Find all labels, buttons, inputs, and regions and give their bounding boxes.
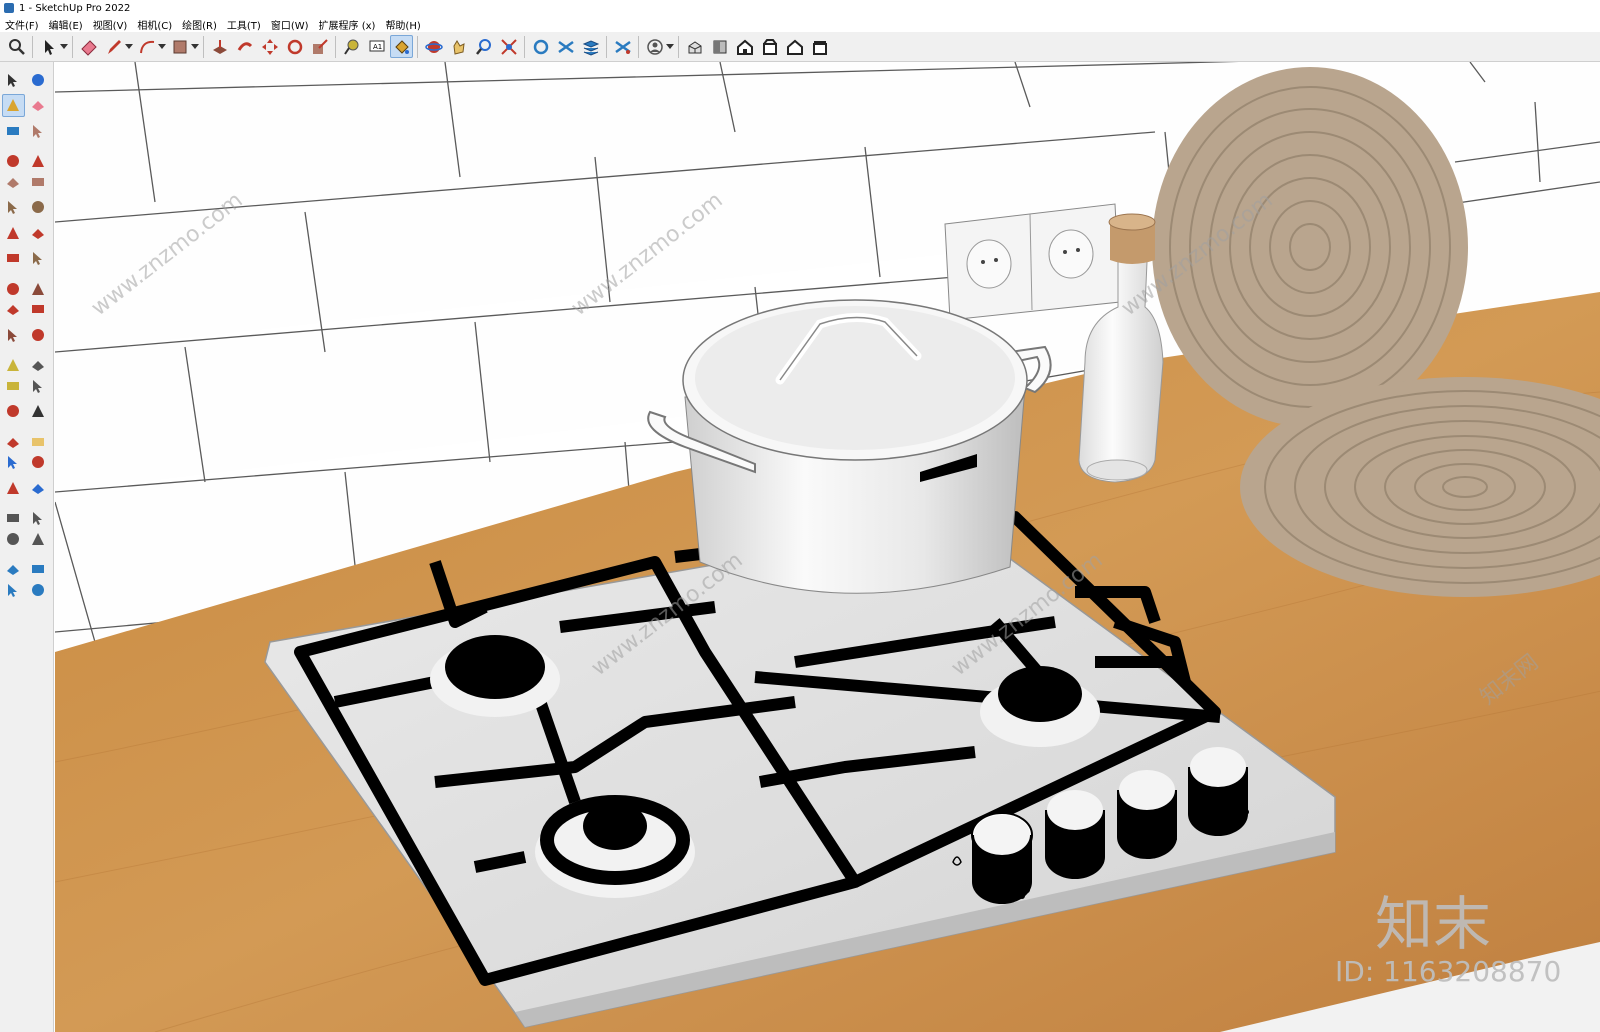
text-icon[interactable] <box>27 374 50 397</box>
main-toolbar: A1 <box>0 32 1600 62</box>
follow-me-icon[interactable] <box>233 35 256 58</box>
pan-icon[interactable] <box>27 430 50 453</box>
toolbar-separator <box>638 35 639 58</box>
tag-icon[interactable] <box>27 119 50 142</box>
menu-window[interactable]: 窗口(W) <box>266 17 314 32</box>
circle-icon[interactable] <box>2 196 25 219</box>
rotate-icon[interactable] <box>283 35 306 58</box>
section-plane-icon[interactable] <box>27 527 50 550</box>
left-view-icon[interactable] <box>808 35 831 58</box>
eraser-icon[interactable] <box>77 35 100 58</box>
eraser-icon[interactable] <box>27 94 50 117</box>
zoom-extents-icon[interactable] <box>2 476 25 499</box>
paint-bucket-icon[interactable] <box>390 35 413 58</box>
component-icon[interactable] <box>2 119 25 142</box>
menu-file[interactable]: 文件(F) <box>0 17 44 32</box>
toolbar-separator <box>606 35 607 58</box>
chevron-down-icon[interactable] <box>665 35 674 58</box>
move-icon[interactable] <box>258 35 281 58</box>
toolbar-separator <box>417 35 418 58</box>
wall-sockets <box>944 203 1121 321</box>
scale-icon[interactable] <box>308 35 331 58</box>
back-view-icon[interactable] <box>783 35 806 58</box>
extension-warehouse-icon[interactable] <box>554 35 577 58</box>
title-bar: 1 - SketchUp Pro 2022 <box>0 0 1600 16</box>
pie-icon[interactable] <box>2 247 25 270</box>
rotated-rectangle-icon[interactable] <box>27 170 50 193</box>
rectangle-icon[interactable] <box>2 170 25 193</box>
style-builder-icon[interactable] <box>27 578 50 601</box>
3d-warehouse-icon[interactable] <box>529 35 552 58</box>
menu-tools[interactable]: 工具(T) <box>222 17 266 32</box>
arc-icon[interactable] <box>135 35 158 58</box>
burner-front-left <box>535 795 695 898</box>
rotate-icon[interactable] <box>2 298 25 321</box>
cooking-pot <box>647 299 1052 594</box>
menu-bar: 文件(F) 编辑(E) 视图(V) 相机(C) 绘图(R) 工具(T) 窗口(W… <box>0 16 1600 32</box>
select-arrow-icon[interactable] <box>37 35 60 58</box>
follow-me-icon[interactable] <box>27 298 50 321</box>
polygon-icon[interactable] <box>27 196 50 219</box>
chevron-down-icon[interactable] <box>190 35 199 58</box>
zoom-extents-icon[interactable] <box>497 35 520 58</box>
walk-icon[interactable] <box>2 527 25 550</box>
previous-icon[interactable] <box>27 476 50 499</box>
tape-measure-icon[interactable] <box>340 35 363 58</box>
orbit-2-icon[interactable] <box>2 430 25 453</box>
window-title: 1 - SketchUp Pro 2022 <box>19 2 131 14</box>
toolbar-separator <box>335 35 336 58</box>
zoom-window-icon[interactable] <box>472 35 495 58</box>
paint-bucket-icon[interactable] <box>1 93 25 117</box>
menu-help[interactable]: 帮助(H) <box>380 17 425 32</box>
two-point-arc-icon[interactable] <box>27 221 50 244</box>
kitchen-scene <box>55 62 1600 1032</box>
orbit-icon[interactable] <box>27 68 50 91</box>
select-icon[interactable] <box>2 68 25 91</box>
protractor-icon[interactable] <box>2 374 25 397</box>
sketchup-app-icon <box>4 3 14 13</box>
menu-extensions[interactable]: 扩展程序 (x) <box>314 17 381 32</box>
toolbar-separator <box>524 35 525 58</box>
standing-round-placemat <box>1152 67 1468 427</box>
3d-text-icon[interactable] <box>27 400 50 423</box>
menu-edit[interactable]: 编辑(E) <box>44 17 88 32</box>
pan-icon[interactable] <box>447 35 470 58</box>
style-builder-icon[interactable] <box>611 35 634 58</box>
menu-camera[interactable]: 相机(C) <box>132 17 177 32</box>
front-view-icon[interactable] <box>733 35 756 58</box>
chevron-down-icon[interactable] <box>59 35 68 58</box>
menu-view[interactable]: 视图(V) <box>88 17 133 32</box>
layout-icon[interactable] <box>579 35 602 58</box>
toolbar-separator <box>32 35 33 58</box>
push-pull-icon[interactable] <box>27 277 50 300</box>
iso-view-icon[interactable] <box>683 35 706 58</box>
large-tool-set <box>0 62 54 1032</box>
pencil-icon[interactable] <box>102 35 125 58</box>
arc-icon[interactable] <box>2 221 25 244</box>
toolbar-separator <box>203 35 204 58</box>
scale-icon[interactable] <box>2 323 25 346</box>
toolbar-separator <box>72 35 73 58</box>
three-point-arc-icon[interactable] <box>27 247 50 270</box>
layout-icon[interactable] <box>2 578 25 601</box>
text-icon[interactable]: A1 <box>365 35 388 58</box>
chevron-down-icon[interactable] <box>157 35 166 58</box>
toolbar-separator <box>678 35 679 58</box>
move-icon[interactable] <box>2 277 25 300</box>
chevron-down-icon[interactable] <box>124 35 133 58</box>
right-view-icon[interactable] <box>758 35 781 58</box>
push-pull-icon[interactable] <box>208 35 231 58</box>
axes-icon[interactable] <box>2 400 25 423</box>
zoom-window-icon[interactable] <box>27 451 50 474</box>
offset-icon[interactable] <box>27 323 50 346</box>
orbit-icon[interactable] <box>422 35 445 58</box>
svg-text:A1: A1 <box>373 43 382 51</box>
top-view-icon[interactable] <box>708 35 731 58</box>
model-viewport[interactable]: www.znzmo.com www.znzmo.com www.znzmo.co… <box>55 62 1600 1032</box>
zoom-icon[interactable] <box>5 35 28 58</box>
rectangle-icon[interactable] <box>168 35 191 58</box>
account-icon[interactable] <box>643 35 666 58</box>
zoom-icon[interactable] <box>2 451 25 474</box>
menu-draw[interactable]: 绘图(R) <box>177 17 222 32</box>
